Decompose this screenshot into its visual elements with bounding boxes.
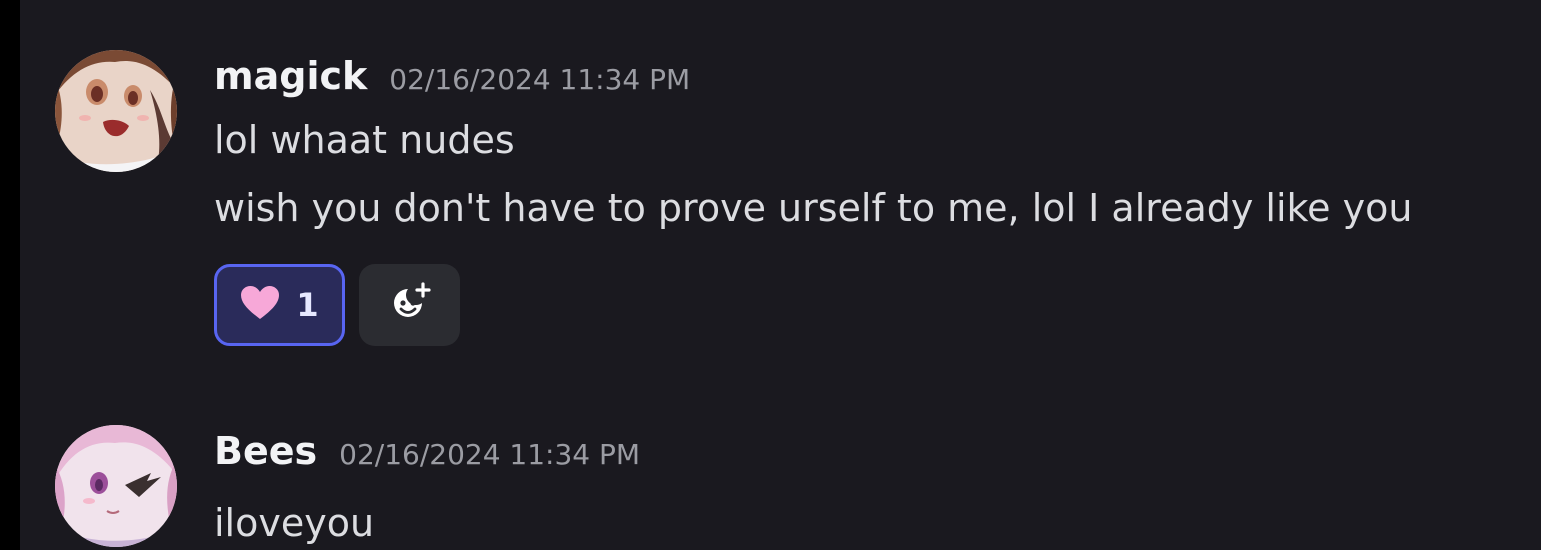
- message-text: wish you don't have to prove urself to m…: [214, 186, 1413, 230]
- chat-screen: magick 02/16/2024 11:34 PM lol whaat nude…: [0, 0, 1541, 550]
- avatar-magick[interactable]: [55, 50, 177, 172]
- avatar-magick-image: [55, 50, 177, 172]
- heart-reaction-button[interactable]: 1: [214, 264, 345, 346]
- add-reaction-icon: [386, 279, 434, 331]
- avatar-bees[interactable]: [55, 425, 177, 547]
- left-edge: [0, 0, 20, 550]
- add-reaction-button[interactable]: [359, 264, 460, 346]
- reactions-row: 1: [214, 264, 460, 346]
- message-header: magick 02/16/2024 11:34 PM: [214, 54, 690, 98]
- message-text: lol whaat nudes: [214, 118, 515, 162]
- timestamp: 02/16/2024 11:34 PM: [389, 63, 691, 96]
- message-header: Bees 02/16/2024 11:34 PM: [214, 429, 640, 473]
- avatar-bees-image: [55, 425, 177, 547]
- username[interactable]: magick: [214, 54, 367, 98]
- username[interactable]: Bees: [214, 429, 317, 473]
- reaction-count: 1: [296, 286, 319, 324]
- pink-heart-icon: [240, 285, 280, 325]
- timestamp: 02/16/2024 11:34 PM: [339, 438, 641, 471]
- message-text: iloveyou: [214, 501, 375, 545]
